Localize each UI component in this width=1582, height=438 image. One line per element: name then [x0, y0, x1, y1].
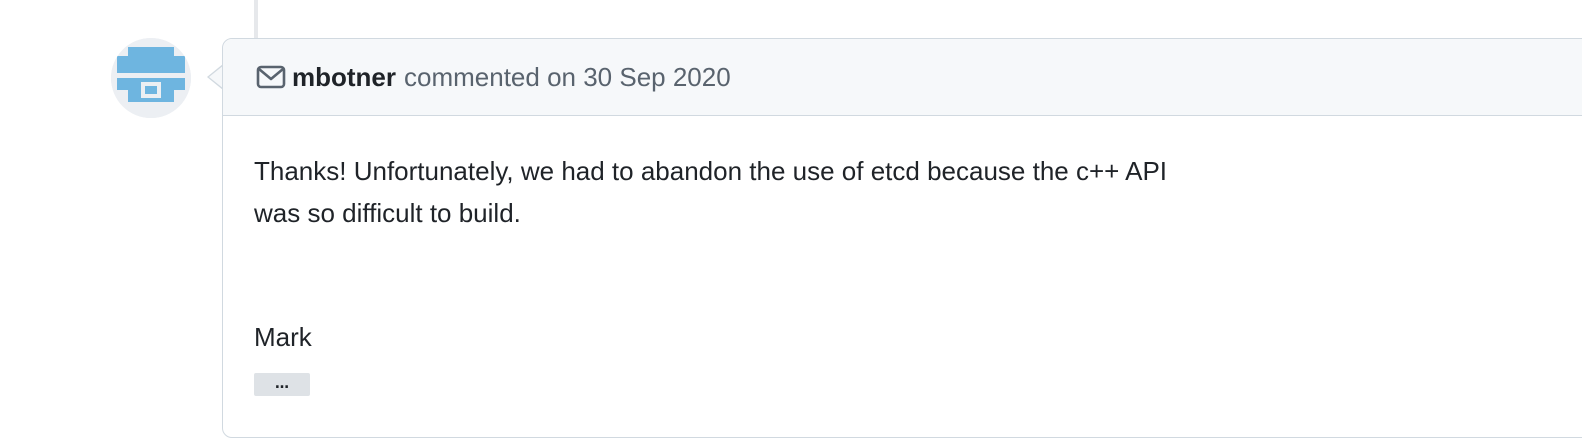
comment-meta[interactable]: commented on 30 Sep 2020 — [404, 62, 731, 93]
comment-header: mbotner commented on 30 Sep 2020 — [223, 39, 1582, 116]
avatar[interactable] — [111, 38, 191, 118]
mail-icon — [256, 65, 286, 89]
timeline-line — [254, 0, 258, 40]
identicon-avatar — [111, 38, 191, 118]
comment-author[interactable]: mbotner — [292, 62, 396, 93]
comment-body-text: Thanks! Unfortunately, we had to abandon… — [254, 156, 1168, 228]
show-more-button[interactable]: … — [254, 372, 310, 396]
comment-signature: Mark — [254, 322, 312, 352]
comment-body: Thanks! Unfortunately, we had to abandon… — [223, 116, 1582, 400]
comment-box: mbotner commented on 30 Sep 2020 Thanks!… — [222, 38, 1582, 438]
